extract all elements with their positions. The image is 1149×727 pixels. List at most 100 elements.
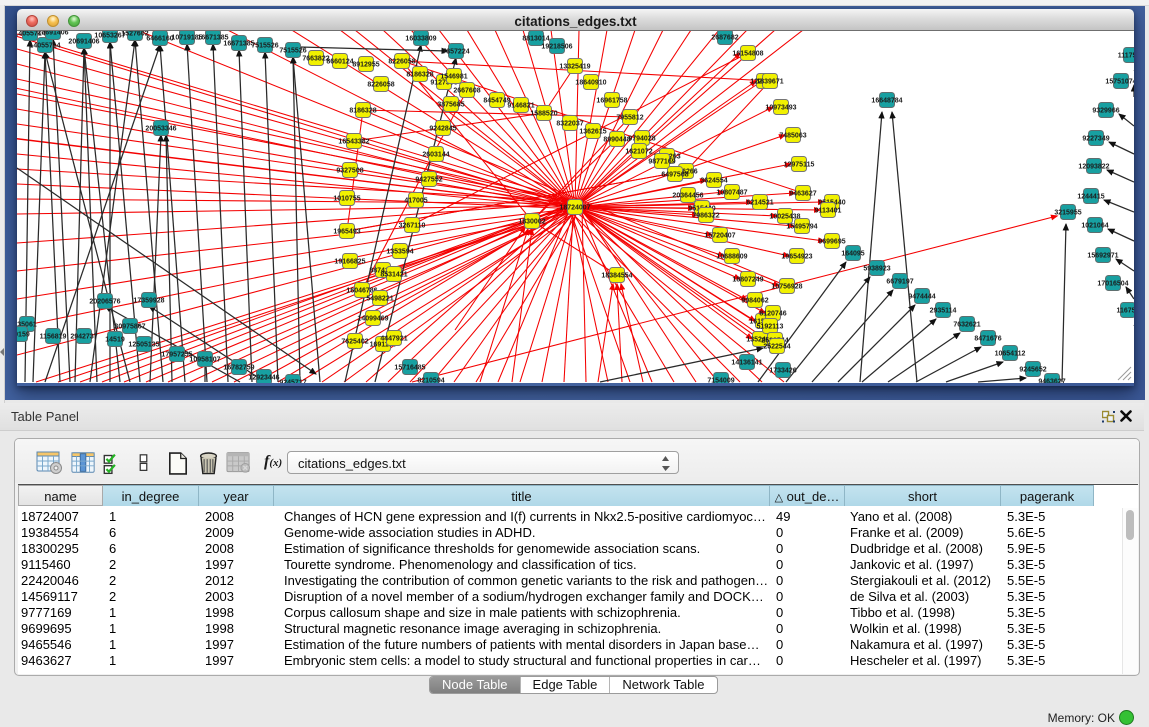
svg-text:1156819: 1156819 [40, 334, 67, 341]
svg-text:6466160: 6466160 [146, 36, 173, 43]
svg-text:10654112: 10654112 [995, 351, 1026, 358]
svg-text:17359928: 17359928 [133, 298, 164, 305]
svg-text:12975115: 12975115 [784, 162, 815, 169]
svg-text:8990448: 8990448 [603, 137, 630, 144]
svg-text:7515526: 7515526 [279, 48, 306, 55]
svg-text:8660124: 8660124 [326, 59, 353, 66]
svg-text:8471676: 8471676 [974, 336, 1001, 343]
svg-text:1830002: 1830002 [518, 219, 545, 226]
svg-text:8531421: 8531421 [380, 272, 407, 279]
svg-text:13325419: 13325419 [559, 64, 590, 71]
svg-text:14055714: 14055714 [29, 43, 60, 50]
svg-text:20691406: 20691406 [37, 31, 68, 37]
svg-text:16154808: 16154808 [732, 51, 763, 58]
svg-text:7485063: 7485063 [779, 133, 806, 140]
svg-text:1965493: 1965493 [333, 229, 360, 236]
svg-text:2522544: 2522544 [763, 344, 790, 351]
svg-text:8912955: 8912955 [352, 62, 379, 69]
svg-text:16648784: 16648784 [871, 98, 902, 105]
svg-text:15692971: 15692971 [1087, 253, 1118, 260]
svg-text:16782759: 16782759 [223, 365, 254, 372]
svg-text:9877169: 9877169 [648, 159, 675, 166]
svg-text:5192113: 5192113 [757, 324, 784, 331]
svg-text:7625402: 7625402 [341, 339, 368, 346]
svg-text:417005: 417005 [404, 198, 427, 205]
svg-text:8226058: 8226058 [388, 59, 415, 66]
svg-text:9245717: 9245717 [279, 380, 306, 384]
svg-text:17957255: 17957255 [161, 352, 192, 359]
svg-text:19166825: 19166825 [334, 259, 365, 266]
svg-text:9113401: 9113401 [815, 208, 842, 215]
svg-text:12505135: 12505135 [128, 342, 159, 349]
svg-text:8186328: 8186328 [406, 72, 433, 79]
svg-text:9242845: 9242845 [429, 126, 456, 133]
svg-text:15495794: 15495794 [786, 224, 817, 231]
svg-text:16671385: 16671385 [223, 41, 254, 48]
svg-text:164095: 164095 [841, 251, 864, 258]
svg-text:1010755: 1010755 [333, 196, 360, 203]
svg-text:1021064: 1021064 [1081, 223, 1108, 230]
svg-text:10688609: 10688609 [716, 254, 747, 261]
svg-text:7515526: 7515526 [251, 43, 278, 50]
svg-text:7357224: 7357224 [442, 49, 469, 56]
svg-text:8210594: 8210594 [417, 378, 444, 384]
svg-text:9427552: 9427552 [415, 177, 442, 184]
svg-text:1839671: 1839671 [756, 79, 783, 86]
svg-text:9794028: 9794028 [628, 136, 655, 143]
svg-text:7955812: 7955812 [616, 115, 643, 122]
svg-text:8186328: 8186328 [349, 108, 376, 115]
svg-text:3267110: 3267110 [399, 223, 426, 230]
svg-text:15716485: 15716485 [394, 365, 425, 372]
svg-text:1353594: 1353594 [386, 249, 413, 256]
svg-text:10756928: 10756928 [771, 284, 802, 291]
svg-text:18807249: 18807249 [732, 277, 763, 284]
svg-text:2667608: 2667608 [453, 88, 480, 95]
svg-text:20364456: 20364456 [672, 193, 703, 200]
svg-text:30975867: 30975867 [114, 324, 145, 331]
svg-text:9245652: 9245652 [1019, 367, 1046, 374]
svg-text:5498221: 5498221 [366, 296, 393, 303]
svg-text:9474444: 9474444 [908, 294, 935, 301]
svg-text:8813014: 8813014 [522, 36, 549, 43]
svg-text:15720407: 15720407 [704, 233, 735, 240]
svg-text:9329966: 9329966 [1092, 108, 1119, 115]
svg-text:6679197: 6679197 [886, 279, 913, 286]
svg-text:20691406: 20691406 [68, 39, 99, 46]
svg-text:1117505: 1117505 [1118, 53, 1134, 60]
svg-text:116753: 116753 [1117, 308, 1134, 315]
svg-text:2942737: 2942737 [70, 334, 97, 341]
svg-text:7154009: 7154009 [707, 378, 734, 384]
svg-text:7986322: 7986322 [692, 213, 719, 220]
svg-text:10807487: 10807487 [716, 190, 747, 197]
svg-text:9084062: 9084062 [741, 298, 768, 305]
svg-text:16961758: 16961758 [596, 98, 627, 105]
svg-text:8120746: 8120746 [759, 311, 786, 318]
svg-text:6214521: 6214521 [746, 200, 773, 207]
svg-text:1546981: 1546981 [440, 74, 467, 81]
svg-text:5938923: 5938923 [863, 266, 890, 273]
svg-text:3624554: 3624554 [700, 178, 727, 185]
svg-text:18384554: 18384554 [601, 273, 632, 280]
svg-text:1362615: 1362615 [579, 129, 606, 136]
svg-text:12093822: 12093822 [1078, 164, 1109, 171]
svg-text:1244415: 1244415 [1077, 194, 1104, 201]
svg-text:16033809: 16033809 [405, 36, 436, 43]
svg-text:39159: 39159 [17, 332, 30, 339]
svg-text:14519: 14519 [105, 337, 125, 344]
svg-text:12923446: 12923446 [248, 375, 279, 382]
svg-text:9227349: 9227349 [1082, 136, 1109, 143]
svg-text:3215955: 3215955 [1054, 210, 1081, 217]
svg-text:19654923: 19654923 [781, 254, 812, 261]
svg-text:9699695: 9699695 [818, 239, 845, 246]
svg-text:8226058: 8226058 [367, 82, 394, 89]
svg-text:6497568: 6497568 [661, 172, 688, 179]
svg-text:2935114: 2935114 [930, 308, 957, 315]
svg-text:9463627: 9463627 [789, 191, 816, 198]
svg-text:4447921: 4447921 [380, 336, 407, 343]
svg-text:18724007: 18724007 [559, 205, 590, 212]
svg-text:20053346: 20053346 [145, 126, 176, 133]
svg-text:18640910: 18640910 [575, 80, 606, 87]
svg-text:1733426: 1733426 [769, 368, 796, 375]
svg-text:2603144: 2603144 [422, 152, 449, 159]
svg-text:1527602: 1527602 [121, 31, 148, 38]
